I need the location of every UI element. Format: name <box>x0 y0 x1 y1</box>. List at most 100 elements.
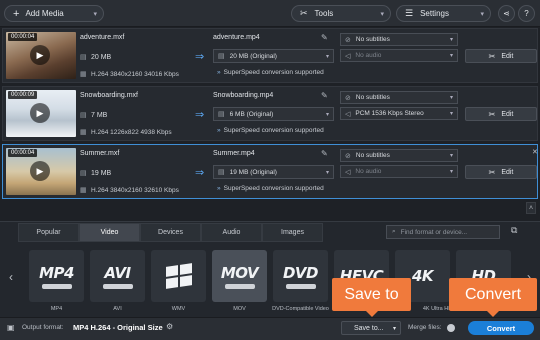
search-placeholder: Find format or device... <box>400 228 468 236</box>
tab-audio[interactable]: Audio <box>201 223 262 242</box>
video-thumbnail[interactable]: 00:00:04 ▶ <box>6 148 76 195</box>
edit-button[interactable]: ✂ Edit <box>465 165 537 179</box>
format-tag-bar <box>102 283 133 289</box>
output-format-label: Output format: <box>22 324 64 331</box>
tab-popular[interactable]: Popular <box>18 223 79 242</box>
convert-button[interactable]: Convert <box>468 321 534 335</box>
audio-select[interactable]: ◁ No audio ▾ <box>340 49 458 62</box>
audio-value: PCM 1536 Kbps Stereo <box>355 110 424 117</box>
edit-label: Edit <box>501 52 514 60</box>
chevron-down-icon: ▾ <box>325 169 329 176</box>
file-icon: ▤ <box>80 54 87 61</box>
chevron-down-icon: ▾ <box>480 10 484 18</box>
chevron-down-icon: ▾ <box>325 111 329 118</box>
edit-button[interactable]: ✂ Edit <box>465 107 537 121</box>
format-tile: DVD <box>273 250 328 302</box>
tab-video[interactable]: Video <box>79 223 140 242</box>
share-icon: ⋖ <box>503 9 510 18</box>
format-mov[interactable]: MOV MOV <box>212 250 267 313</box>
video-thumbnail[interactable]: 00:00:09 ▶ <box>6 90 76 137</box>
format-avi[interactable]: AVI AVI <box>90 250 145 313</box>
output-size-select[interactable]: ▤ 20 MB (Original) ▾ <box>213 49 334 63</box>
edit-button[interactable]: ✂ Edit <box>465 49 537 63</box>
play-icon[interactable]: ▶ <box>30 45 50 65</box>
source-file-name: Snowboarding.mxf <box>80 92 138 99</box>
output-size-select[interactable]: ▤ 6 MB (Original) ▾ <box>213 107 334 121</box>
file-row[interactable]: 00:00:09 ▶ Snowboarding.mxf ▤ 7 MB ▦ H.2… <box>2 86 538 141</box>
rename-pencil-icon[interactable]: ✎ <box>321 149 328 158</box>
rename-pencil-icon[interactable]: ✎ <box>321 91 328 100</box>
superspeed-note: » SuperSpeed conversion supported <box>217 185 324 192</box>
convert-arrow-icon: ⇒ <box>195 109 205 121</box>
file-row[interactable]: 00:00:04 ▶ adventure.mxf ▤ 20 MB ▦ H.264… <box>2 28 538 83</box>
remove-file-icon[interactable]: ✕ <box>532 148 538 156</box>
format-logo-text: 4K <box>411 267 434 285</box>
chevron-down-icon: ▾ <box>449 37 453 43</box>
format-tag-bar <box>224 283 255 289</box>
chevron-down-icon: ▾ <box>325 53 329 60</box>
speaker-icon: ◁ <box>345 168 351 176</box>
superspeed-note: » SuperSpeed conversion supported <box>217 127 324 134</box>
format-wmv[interactable]: WMV <box>151 250 206 313</box>
output-file-name[interactable]: adventure.mp4 <box>213 34 260 41</box>
chevron-down-icon: ▾ <box>449 153 453 159</box>
scroll-left-icon[interactable]: ‹ <box>9 270 13 284</box>
tools-button[interactable]: ✂ Tools ▾ <box>291 5 391 22</box>
scissors-icon: ✂ <box>488 51 496 61</box>
merge-files-toggle[interactable] <box>447 324 455 332</box>
collapse-panel-button[interactable]: ˄ <box>526 202 536 214</box>
format-tile <box>151 250 206 302</box>
gear-icon[interactable]: ⚙ <box>166 322 173 331</box>
rename-pencil-icon[interactable]: ✎ <box>321 33 328 42</box>
edit-label: Edit <box>501 168 514 176</box>
output-file-name[interactable]: Summer.mp4 <box>213 150 255 157</box>
tab-devices[interactable]: Devices <box>140 223 201 242</box>
subtitles-select[interactable]: ⊘ No subtitles ▾ <box>340 33 458 46</box>
format-dvd[interactable]: DVD DVD-Compatible Video <box>272 250 329 313</box>
help-icon: ? <box>524 9 529 18</box>
video-thumbnail[interactable]: 00:00:04 ▶ <box>6 32 76 79</box>
format-mp4[interactable]: MP4 MP4 <box>29 250 84 313</box>
tab-images[interactable]: Images <box>262 223 323 242</box>
format-tabs: Popular Video Devices Audio Images <box>18 223 323 242</box>
custom-format-icon[interactable]: ⧉ <box>511 225 517 236</box>
chevron-down-icon: ▾ <box>449 169 453 175</box>
superspeed-icon: » <box>217 127 221 134</box>
format-search-input[interactable]: ⌕ Find format or device... <box>386 225 500 239</box>
add-media-button[interactable]: + Add Media ▾ <box>4 5 104 22</box>
format-tile: AVI <box>90 250 145 302</box>
chevron-down-icon: ▾ <box>93 10 97 18</box>
output-size-select[interactable]: ▤ 19 MB (Original) ▾ <box>213 165 334 179</box>
subtitles-select[interactable]: ⊘ No subtitles ▾ <box>340 91 458 104</box>
output-file-name[interactable]: Snowboarding.mp4 <box>213 92 273 99</box>
scissors-icon: ✂ <box>488 109 496 119</box>
save-to-button[interactable]: Save to... ▾ <box>341 321 401 335</box>
film-icon: ▦ <box>80 71 87 78</box>
audio-value: No audio <box>355 52 382 59</box>
source-file-name: Summer.mxf <box>80 150 120 157</box>
audio-select[interactable]: ◁ PCM 1536 Kbps Stereo ▾ <box>340 107 458 120</box>
audio-select[interactable]: ◁ No audio ▾ <box>340 165 458 178</box>
format-logo-text: MP4 <box>39 263 74 282</box>
play-icon[interactable]: ▶ <box>30 103 50 123</box>
chevron-down-icon: ▾ <box>449 111 453 117</box>
settings-button[interactable]: ☰ Settings ▾ <box>396 5 491 22</box>
tools-label: Tools <box>314 9 334 18</box>
duration-badge: 00:00:04 <box>8 149 38 157</box>
subtitles-icon: ⊘ <box>345 152 351 160</box>
chevron-down-icon: ▾ <box>449 53 453 59</box>
subtitles-icon: ⊘ <box>345 36 351 44</box>
format-logo-text: DVD <box>282 263 319 282</box>
source-codec: H.264 3840x2160 32610 Kbps <box>91 187 179 194</box>
superspeed-label: SuperSpeed conversion supported <box>223 69 324 76</box>
save-to-callout: Save to <box>332 278 411 317</box>
share-button[interactable]: ⋖ <box>498 5 515 22</box>
file-row-selected[interactable]: 00:00:04 ▶ Summer.mxf ▤ 19 MB ▦ H.264 38… <box>2 144 538 199</box>
subtitles-value: No subtitles <box>355 152 390 159</box>
subtitles-select[interactable]: ⊘ No subtitles ▾ <box>340 149 458 162</box>
file-icon: ▤ <box>218 111 225 118</box>
play-icon[interactable]: ▶ <box>30 161 50 181</box>
help-button[interactable]: ? <box>518 5 535 22</box>
file-list-empty-area <box>0 201 540 221</box>
format-tag-bar <box>285 283 316 289</box>
